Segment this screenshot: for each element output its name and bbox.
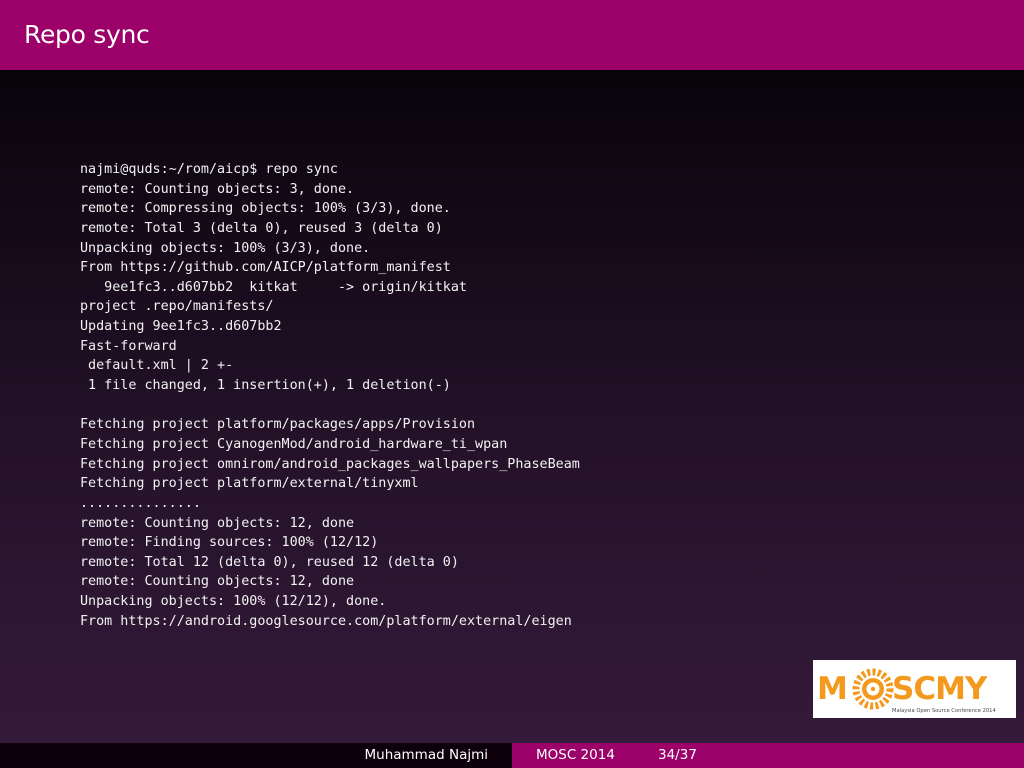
terminal-line: Fast-forward — [80, 338, 177, 354]
terminal-line: From https://android.googlesource.com/pl… — [80, 613, 572, 629]
terminal-line: remote: Counting objects: 12, done — [80, 574, 355, 590]
terminal-line: 1 file changed, 1 insertion(+), 1 deleti… — [80, 378, 451, 394]
mosc-logo-image: M SCMY Malaysia Open Source Conference 2… — [813, 660, 1016, 718]
terminal-line: Updating 9ee1fc3..d607bb2 — [80, 319, 282, 335]
terminal-line: Fetching project omnirom/android_package… — [80, 456, 580, 472]
terminal-line: remote: Total 3 (delta 0), reused 3 (del… — [80, 220, 443, 236]
terminal-line: 9ee1fc3..d607bb2 kitkat -> origin/kitkat — [80, 279, 467, 295]
logo-letters-scmy: SCMY — [892, 671, 988, 707]
terminal-line: default.xml | 2 +- — [80, 358, 234, 374]
footer-page-number: 34/37 — [658, 747, 697, 763]
footer-info-section: MOSC 2014 34/37 — [512, 743, 1024, 768]
footer: Muhammad Najmi MOSC 2014 34/37 — [0, 743, 1024, 768]
terminal-line: Fetching project platform/external/tinyx… — [80, 476, 419, 492]
mosc-logo: M SCMY Malaysia Open Source Conference 2… — [813, 660, 1016, 718]
terminal-output: najmi@quds:~/rom/aicp$ repo sync remote: … — [80, 160, 980, 631]
title-bar: Repo sync — [0, 0, 1024, 70]
terminal-line: remote: Counting objects: 3, done. — [80, 181, 355, 197]
title-bar-shadow — [0, 70, 1024, 74]
footer-event: MOSC 2014 — [536, 747, 615, 763]
terminal-line: remote: Finding sources: 100% (12/12) — [80, 535, 379, 551]
terminal-line: najmi@quds:~/rom/aicp$ repo sync — [80, 162, 338, 177]
presentation-slide: Repo sync najmi@quds:~/rom/aicp$ repo sy… — [0, 0, 1024, 768]
footer-author: Muhammad Najmi — [364, 747, 489, 763]
terminal-line: remote: Counting objects: 12, done — [80, 515, 355, 531]
slide-title: Repo sync — [24, 20, 150, 49]
terminal-line: From https://github.com/AICP/platform_ma… — [80, 260, 451, 276]
footer-author-section: Muhammad Najmi — [0, 743, 512, 768]
terminal-line: Fetching project CyanogenMod/android_har… — [80, 436, 508, 452]
terminal-line: ............... — [80, 495, 201, 511]
logo-letter-m: M — [817, 671, 847, 707]
terminal-line: remote: Compressing objects: 100% (3/3),… — [80, 201, 451, 217]
terminal-line: remote: Total 12 (delta 0), reused 12 (d… — [80, 554, 459, 570]
terminal-line: Unpacking objects: 100% (3/3), done. — [80, 240, 371, 256]
terminal-line: Unpacking objects: 100% (12/12), done. — [80, 594, 387, 610]
logo-tagline: Malaysia Open Source Conference 2014 — [892, 708, 996, 714]
terminal-line: project .repo/manifests/ — [80, 299, 274, 315]
terminal-line: Fetching project platform/packages/apps/… — [80, 417, 476, 433]
